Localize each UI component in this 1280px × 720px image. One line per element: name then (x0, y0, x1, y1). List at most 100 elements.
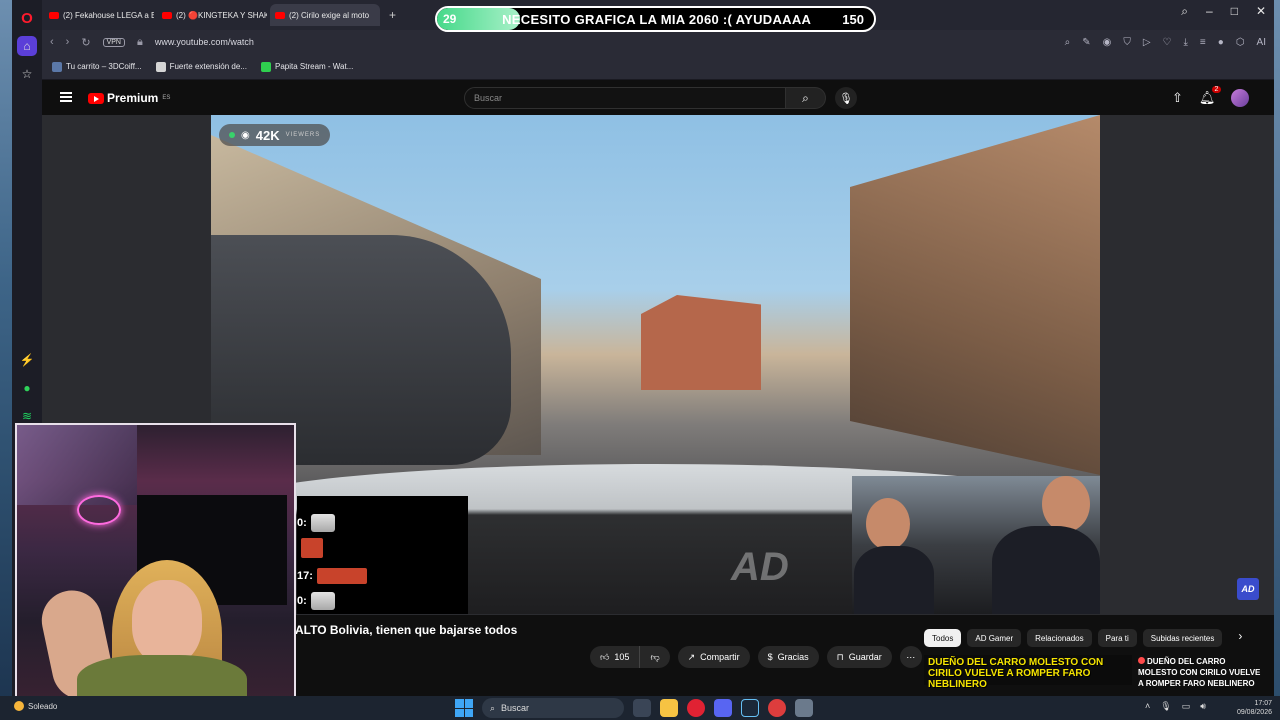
more-actions-button[interactable]: ⋯ (899, 646, 922, 668)
like-dislike-group: 👍︎ 105 👎︎ (590, 646, 670, 668)
share-icon: ↗ (687, 651, 696, 662)
chip-ad-gamer[interactable]: AD Gamer (967, 629, 1022, 647)
share-button[interactable]: ↗ Compartir (677, 646, 750, 668)
tab-3-active[interactable]: (2) Cirilo exige al moto (270, 4, 380, 26)
search-icon: ⌕ (802, 90, 809, 105)
sun-icon (14, 701, 24, 711)
avatar[interactable] (1231, 89, 1250, 107)
vpn-badge[interactable]: VPN (102, 37, 125, 47)
hamburger-menu-icon[interactable] (60, 92, 72, 102)
profile-icon[interactable]: ● (1218, 37, 1224, 48)
chip-todos[interactable]: Todos (924, 629, 962, 647)
reload-icon[interactable]: ↻ (81, 36, 90, 49)
recommended-video-title[interactable]: DUEÑO DEL CARRO MOLESTO CON CIRILO VUELV… (1138, 656, 1266, 686)
bookmark-label: Tu carrito – 3DCoiff... (66, 62, 142, 71)
thumbs-up-icon: 👍︎ (600, 651, 610, 662)
discord-icon[interactable] (714, 699, 732, 717)
chip-para-ti[interactable]: Para ti (1097, 629, 1137, 647)
weather-label: Soleado (28, 701, 58, 711)
chevron-right-icon[interactable]: › (1228, 629, 1242, 647)
extension-icon[interactable]: ⬡ (1236, 37, 1245, 48)
dislike-button[interactable]: 👎︎ (640, 646, 670, 668)
star-icon[interactable]: ☆ (17, 64, 37, 84)
video-scene-brick-building (641, 295, 761, 390)
microphone-icon[interactable]: 🎙︎ (1160, 701, 1171, 712)
notifications-button[interactable]: 🔔︎ 2 (1199, 86, 1222, 106)
camera-icon[interactable]: ◉ (1103, 37, 1112, 48)
opera-icon[interactable] (687, 699, 705, 717)
settings-icon[interactable] (795, 699, 813, 717)
search-tabs-icon[interactable]: ⌕ (1181, 4, 1188, 19)
recommended-video-thumbnail[interactable]: DUEÑO DEL CARRO MOLESTO CON CIRILO VUELV… (924, 655, 1132, 690)
system-clock[interactable]: 17:07 09/08/2026 (1228, 699, 1272, 717)
home-icon[interactable]: ⌂ (17, 36, 37, 56)
network-icon[interactable]: ▭ (1182, 701, 1191, 712)
zoom-icon[interactable]: ⌕ (1065, 37, 1071, 48)
chat-prefix: 17: (297, 570, 313, 582)
eye-icon: ◉ (241, 129, 250, 141)
video-scene-buildings-right (850, 115, 1100, 475)
video-title: ALTO Bolivia, tienen que bajarse todos (295, 623, 518, 637)
webcam-overlay (15, 423, 296, 708)
upload-icon[interactable]: ⇧ (1172, 90, 1183, 106)
bookmark-2[interactable]: Fuerte extensión de... (155, 61, 247, 72)
whatsapp-icon[interactable]: ● (17, 378, 37, 398)
file-explorer-icon[interactable] (660, 699, 678, 717)
weather-widget[interactable]: Soleado (14, 701, 57, 711)
thanks-label: Gracias (777, 652, 809, 662)
heart-icon[interactable]: ♡ (1163, 37, 1172, 48)
youtube-favicon-icon (162, 11, 172, 19)
viewer-count-badge: ◉ 42K VIEWERS (219, 124, 331, 146)
youtube-logo[interactable]: Premium ES (88, 91, 170, 105)
maximize-icon[interactable]: □ (1231, 4, 1238, 19)
chip-subidas-recientes[interactable]: Subidas recientes (1142, 629, 1223, 647)
minimize-icon[interactable]: – (1206, 4, 1213, 19)
thanks-button[interactable]: $ Gracias (757, 646, 819, 668)
streamer-face (132, 580, 202, 665)
windows-taskbar: Soleado ⌕ Buscar ˄ 🎙︎ ▭ 🔊︎ 17:07 09/08/20… (0, 696, 1280, 720)
url-field[interactable]: www.youtube.com/watch (155, 37, 254, 47)
task-view-icon[interactable] (633, 699, 651, 717)
logo-text: Premium (107, 91, 159, 105)
chip-relacionados[interactable]: Relacionados (1027, 629, 1092, 647)
tab-1[interactable]: (2) Fekahouse LLEGA a Bo (44, 4, 154, 26)
bookmark-3[interactable]: Papita Stream - Wat... (260, 61, 353, 72)
edit-icon[interactable]: ✎ (1082, 37, 1090, 48)
taskbar-apps: ⌕ Buscar (455, 698, 813, 718)
close-icon[interactable]: ✕ (1256, 4, 1266, 19)
screen: O ⌂ ☆ ⚡ ● ≋ (2) Fekahouse LLEGA a Bo (2)… (0, 0, 1280, 720)
search-button[interactable]: ⌕ (786, 87, 826, 109)
neon-planet-icon (77, 495, 121, 525)
chrome-icon[interactable] (768, 699, 786, 717)
steam-icon[interactable] (741, 699, 759, 717)
related-filter-chips: Todos AD Gamer Relacionados Para ti Subi… (924, 629, 1242, 647)
save-button[interactable]: ⊓ Guardar (826, 646, 892, 668)
ai-button[interactable]: AI (1257, 37, 1266, 48)
download-icon[interactable]: ⤓ (1184, 37, 1188, 48)
viewer-label: VIEWERS (285, 132, 321, 138)
messenger-icon[interactable]: ⚡ (17, 350, 37, 370)
shield-icon[interactable]: ⛉ (1123, 37, 1131, 48)
tab-label: (2) Cirilo exige al moto (289, 10, 370, 20)
back-icon[interactable]: ‹ (50, 36, 54, 48)
start-button[interactable] (455, 699, 473, 717)
list-icon[interactable]: ≡ (1200, 37, 1206, 48)
forward-icon[interactable]: › (66, 36, 70, 48)
chevron-up-icon[interactable]: ˄ (1145, 701, 1150, 712)
bookmarks-bar: Tu carrito – 3DCoiff... Fuerte extensión… (42, 54, 1274, 80)
tab-2[interactable]: (2) 🔴KINGTEKA Y SHAKA (157, 4, 267, 26)
live-dot-icon (229, 132, 235, 138)
passenger-face-right (1042, 476, 1090, 532)
taskbar-search[interactable]: ⌕ Buscar (482, 698, 624, 718)
play-icon[interactable]: ▷ (1143, 37, 1151, 48)
goal-current: 29 (443, 12, 457, 26)
voice-search-button[interactable]: 🎙︎ (835, 87, 857, 109)
bookmark-1[interactable]: Tu carrito – 3DCoiff... (52, 61, 142, 72)
search-input[interactable]: Buscar (464, 87, 786, 109)
bookmark-favicon-icon (155, 61, 166, 72)
volume-icon[interactable]: 🔊︎ (1200, 701, 1206, 712)
tab-label: (2) Fekahouse LLEGA a Bo (63, 10, 154, 20)
new-tab-button[interactable]: + (383, 8, 402, 22)
like-button[interactable]: 👍︎ 105 (590, 646, 641, 668)
opera-menu-icon[interactable]: O (17, 8, 37, 28)
